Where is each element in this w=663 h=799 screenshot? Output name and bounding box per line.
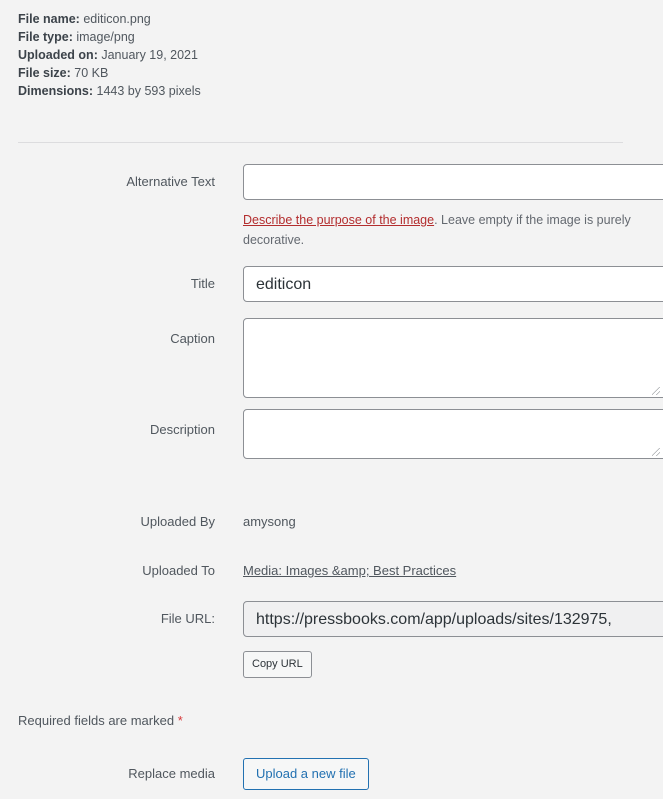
uploaded-on-label: Uploaded on: [18,48,98,62]
dimensions-label: Dimensions: [18,84,94,98]
description-textarea[interactable] [243,409,663,459]
upload-new-file-button[interactable]: Upload a new file [243,758,369,790]
file-type-row: File type: image/png [18,28,201,46]
file-name-label: File name: [18,12,80,26]
file-size-value: 70 KB [74,66,109,80]
caption-label: Caption [170,331,215,346]
divider [18,142,623,143]
uploaded-by-label: Uploaded By [140,514,215,529]
file-size-label: File size: [18,66,71,80]
file-name-value: editicon.png [83,12,151,26]
alt-text-help-link[interactable]: Describe the purpose of the image [243,213,434,227]
caption-textarea[interactable] [243,318,663,398]
uploaded-by-value: amysong [243,514,296,529]
file-url-input[interactable]: https://pressbooks.com/app/uploads/sites… [243,601,663,637]
required-note-text: Required fields are marked [18,713,175,728]
file-type-label: File type: [18,30,73,44]
dimensions-row: Dimensions: 1443 by 593 pixels [18,82,201,100]
replace-media-label: Replace media [128,766,215,781]
title-label: Title [190,276,215,291]
resize-handle-icon[interactable] [652,448,660,456]
title-input[interactable]: editicon [243,266,663,302]
uploaded-to-label: Uploaded To [142,563,215,578]
file-name-row: File name: editicon.png [18,10,201,28]
required-star: * [177,713,183,728]
alt-text-label: Alternative Text [126,174,215,189]
file-details: File name: editicon.png File type: image… [18,10,201,100]
file-size-row: File size: 70 KB [18,64,201,82]
alt-text-hint: Describe the purpose of the image. Leave… [243,210,643,250]
resize-handle-icon[interactable] [652,387,660,395]
description-label: Description [149,422,215,437]
file-url-label: File URL: [160,611,215,626]
dimensions-value: 1443 by 593 pixels [96,84,201,98]
uploaded-on-value: January 19, 2021 [101,48,198,62]
file-type-value: image/png [76,30,135,44]
alt-text-input[interactable] [243,164,663,200]
uploaded-on-row: Uploaded on: January 19, 2021 [18,46,201,64]
copy-url-button[interactable]: Copy URL [243,651,312,678]
required-fields-note: Required fields are marked * [18,713,183,728]
uploaded-to-link[interactable]: Media: Images &amp; Best Practices [243,563,456,578]
